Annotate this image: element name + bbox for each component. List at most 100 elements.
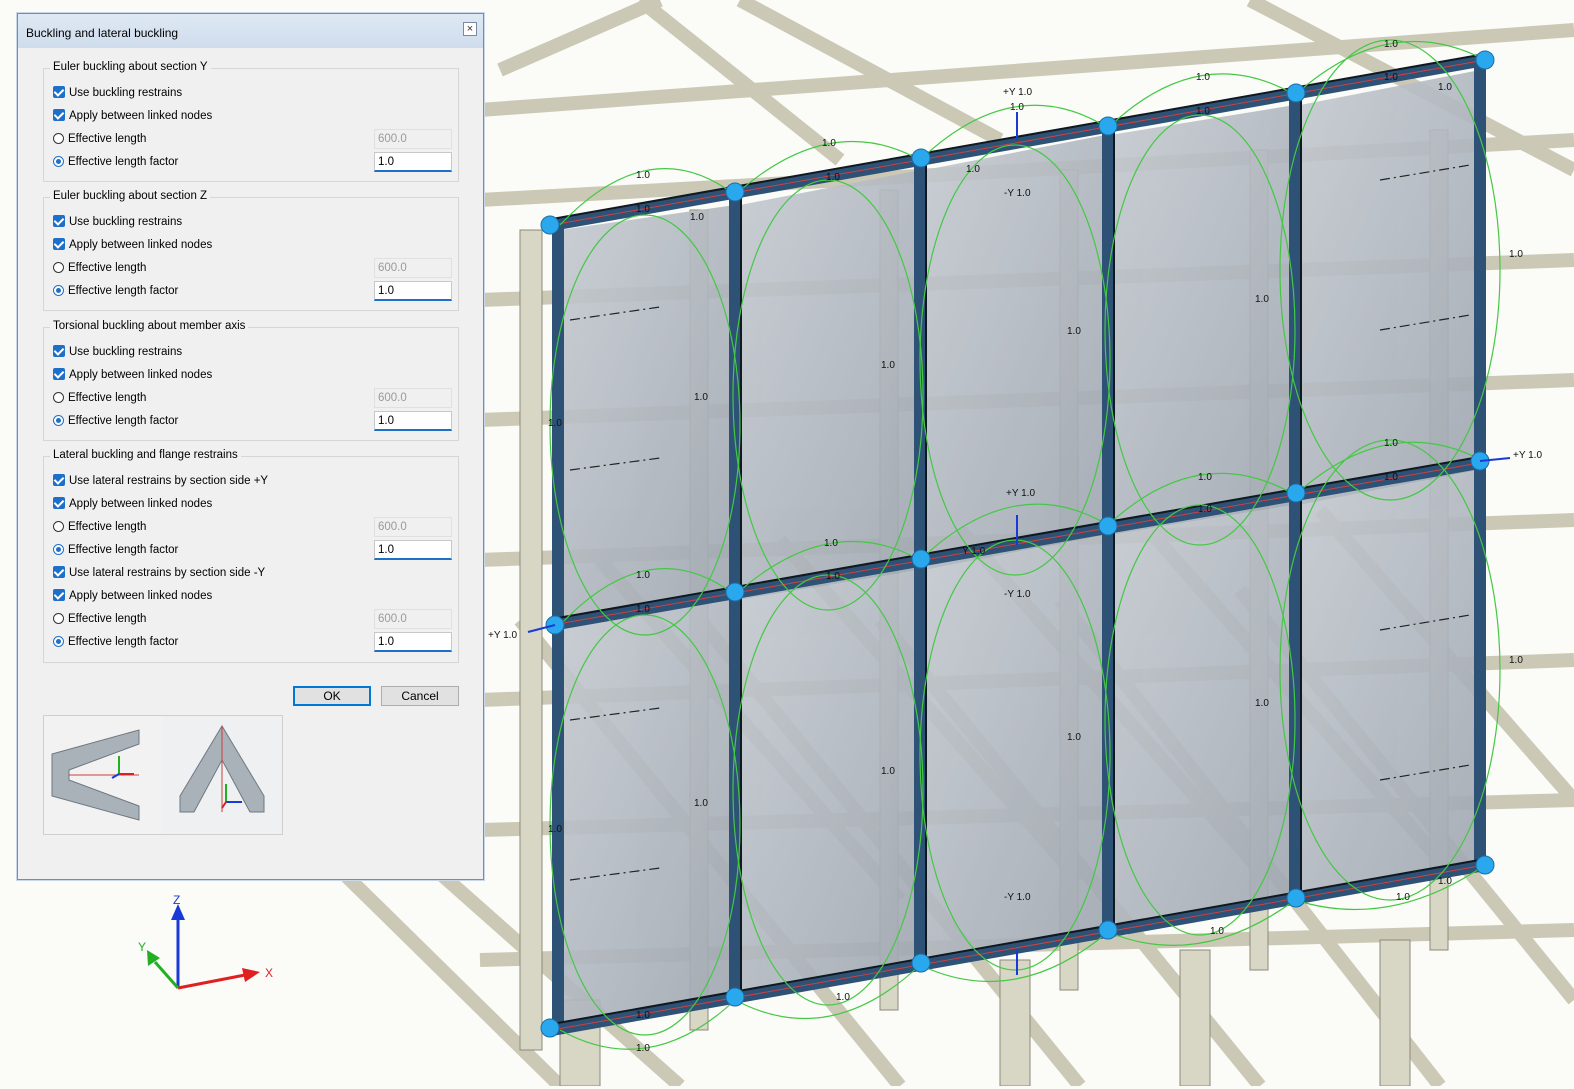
group-torsional: Torsional buckling about member axis Use… — [43, 320, 459, 441]
svg-text:1.0: 1.0 — [548, 418, 562, 429]
radio-icon[interactable] — [53, 521, 64, 532]
radio-label: Effective length factor — [68, 285, 179, 297]
checkbox-label: Apply between linked nodes — [69, 590, 213, 602]
radio-icon[interactable] — [53, 156, 64, 167]
effective-length-radio[interactable]: Effective length — [53, 389, 146, 407]
checkbox-label: Use buckling restrains — [69, 87, 183, 99]
radio-icon[interactable] — [53, 262, 64, 273]
svg-text:1.0: 1.0 — [1384, 472, 1398, 483]
radio-label: Effective length factor — [68, 415, 179, 427]
checkbox-icon[interactable] — [53, 238, 65, 250]
svg-text:1.0: 1.0 — [694, 392, 708, 403]
section-preview-image — [44, 716, 282, 834]
apply-linked-checkbox[interactable]: Apply between linked nodes — [53, 366, 212, 384]
svg-text:1.0: 1.0 — [1067, 732, 1081, 743]
svg-text:1.0: 1.0 — [1255, 698, 1269, 709]
checkbox-icon[interactable] — [53, 566, 65, 578]
use-restrains-checkbox[interactable]: Use buckling restrains — [53, 343, 182, 361]
effective-length-factor-field[interactable]: 1.0 — [374, 152, 452, 172]
effective-length-factor-field[interactable]: 1.0 — [374, 281, 452, 301]
radio-icon[interactable] — [53, 636, 64, 647]
checkbox-icon[interactable] — [53, 589, 65, 601]
effective-length-radio[interactable]: Effective length — [53, 518, 146, 536]
apply-linked-checkbox[interactable]: Apply between linked nodes — [53, 587, 212, 605]
use-restrains-checkbox[interactable]: Use buckling restrains — [53, 213, 182, 231]
use-restrains-checkbox[interactable]: Use buckling restrains — [53, 84, 182, 102]
svg-text:1.0: 1.0 — [636, 1010, 650, 1021]
svg-text:-Y 1.0: -Y 1.0 — [1004, 188, 1031, 199]
checkbox-icon[interactable] — [53, 474, 65, 486]
checkbox-icon[interactable] — [53, 109, 65, 121]
effective-length-factor-radio[interactable]: Effective length factor — [53, 153, 178, 171]
svg-text:1.0: 1.0 — [824, 538, 838, 549]
group-lateral: Lateral buckling and flange restrains Us… — [43, 449, 459, 663]
dialog-titlebar[interactable]: Buckling and lateral buckling × — [18, 14, 483, 48]
radio-icon[interactable] — [53, 544, 64, 555]
radio-label: Effective length — [68, 133, 147, 145]
checkbox-icon[interactable] — [53, 86, 65, 98]
svg-text:1.0: 1.0 — [1010, 102, 1024, 113]
svg-text:1.0: 1.0 — [1384, 72, 1398, 83]
effective-length-field: 600.0 — [374, 388, 452, 408]
svg-text:1.0: 1.0 — [1255, 294, 1269, 305]
svg-text:1.0: 1.0 — [1198, 504, 1212, 515]
checkbox-icon[interactable] — [53, 215, 65, 227]
svg-text:1.0: 1.0 — [636, 570, 650, 581]
effective-length-factor-field[interactable]: 1.0 — [374, 540, 452, 560]
radio-label: Effective length factor — [68, 636, 179, 648]
checkbox-label: Apply between linked nodes — [69, 110, 213, 122]
section-preview — [43, 715, 283, 835]
apply-linked-checkbox[interactable]: Apply between linked nodes — [53, 107, 212, 125]
radio-label: Effective length — [68, 613, 147, 625]
apply-linked-checkbox[interactable]: Apply between linked nodes — [53, 236, 212, 254]
effective-length-field: 600.0 — [374, 258, 452, 278]
svg-text:1.0: 1.0 — [822, 138, 836, 149]
svg-text:+Y 1.0: +Y 1.0 — [488, 630, 517, 641]
svg-text:1.0: 1.0 — [548, 824, 562, 835]
svg-text:1.0: 1.0 — [1438, 876, 1452, 887]
axis-z-label: Z — [173, 893, 180, 907]
svg-text:1.0: 1.0 — [636, 1043, 650, 1054]
radio-icon[interactable] — [53, 285, 64, 296]
ok-button[interactable]: OK — [293, 686, 371, 706]
svg-text:1.0: 1.0 — [1396, 892, 1410, 903]
checkbox-icon[interactable] — [53, 368, 65, 380]
axis-x-label: X — [265, 966, 273, 980]
buckling-dialog: Buckling and lateral buckling × Euler bu… — [17, 13, 484, 880]
svg-text:Y 1.0: Y 1.0 — [962, 546, 986, 557]
checkbox-icon[interactable] — [53, 497, 65, 509]
radio-icon[interactable] — [53, 133, 64, 144]
apply-linked-checkbox[interactable]: Apply between linked nodes — [53, 495, 212, 513]
axis-y-label: Y — [138, 940, 146, 954]
radio-label: Effective length — [68, 262, 147, 274]
svg-text:1.0: 1.0 — [836, 992, 850, 1003]
dialog-title: Buckling and lateral buckling — [26, 26, 179, 40]
lateral-plus-y-checkbox[interactable]: Use lateral restrains by section side +Y — [53, 472, 268, 490]
checkbox-icon[interactable] — [53, 345, 65, 357]
close-icon[interactable]: × — [463, 22, 477, 36]
effective-length-factor-radio[interactable]: Effective length factor — [53, 633, 178, 651]
effective-length-radio[interactable]: Effective length — [53, 130, 146, 148]
svg-text:+Y 1.0: +Y 1.0 — [1006, 488, 1035, 499]
effective-length-radio[interactable]: Effective length — [53, 610, 146, 628]
svg-text:1.0: 1.0 — [1438, 82, 1452, 93]
effective-length-radio[interactable]: Effective length — [53, 259, 146, 277]
svg-text:1.0: 1.0 — [881, 766, 895, 777]
radio-icon[interactable] — [53, 415, 64, 426]
effective-length-factor-field[interactable]: 1.0 — [374, 632, 452, 652]
svg-text:1.0: 1.0 — [1210, 926, 1224, 937]
radio-icon[interactable] — [53, 392, 64, 403]
svg-text:1.0: 1.0 — [1196, 72, 1210, 83]
radio-icon[interactable] — [53, 613, 64, 624]
svg-text:1.0: 1.0 — [636, 170, 650, 181]
svg-text:-Y 1.0: -Y 1.0 — [1004, 892, 1031, 903]
effective-length-factor-field[interactable]: 1.0 — [374, 411, 452, 431]
effective-length-factor-radio[interactable]: Effective length factor — [53, 541, 178, 559]
effective-length-factor-radio[interactable]: Effective length factor — [53, 282, 178, 300]
svg-text:+Y 1.0: +Y 1.0 — [1003, 87, 1032, 98]
lateral-minus-y-checkbox[interactable]: Use lateral restrains by section side -Y — [53, 564, 265, 582]
checkbox-label: Apply between linked nodes — [69, 239, 213, 251]
svg-text:1.0: 1.0 — [826, 571, 840, 582]
cancel-button[interactable]: Cancel — [381, 686, 459, 706]
effective-length-factor-radio[interactable]: Effective length factor — [53, 412, 178, 430]
